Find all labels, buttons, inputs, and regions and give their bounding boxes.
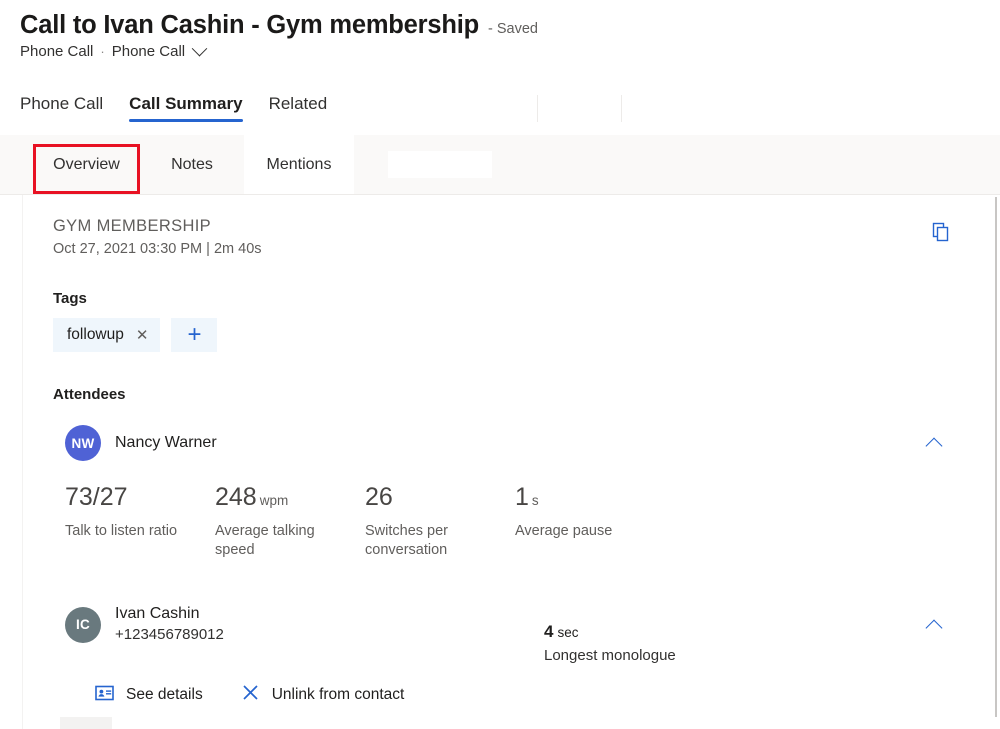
scrollbar-thumb[interactable] <box>995 197 997 717</box>
metric-average-pause: 1s Average pause <box>515 483 665 560</box>
unlink-from-contact-button[interactable]: Unlink from contact <box>241 683 405 707</box>
metric-label: Longest monologue <box>544 647 744 664</box>
tab-notes[interactable]: Notes <box>140 135 244 194</box>
chevron-up-icon[interactable] <box>926 616 944 634</box>
tab-mentions[interactable]: Mentions <box>244 135 354 194</box>
attendee-metrics: 73/27 Talk to listen ratio 248wpm Averag… <box>53 483 962 560</box>
attendee-row[interactable]: IC Ivan Cashin +123456789012 4sec Longes… <box>53 604 962 645</box>
tag-label: followup <box>67 326 124 344</box>
call-duration: 2m 40s <box>214 241 262 257</box>
metric-longest-monologue: 4 sec Longest monologue <box>544 622 744 664</box>
header-divider-1 <box>537 95 538 122</box>
title-row: Call to Ivan Cashin - Gym membership - S… <box>20 10 1000 40</box>
attendee-name: Ivan Cashin <box>115 604 224 624</box>
see-details-button[interactable]: See details <box>95 685 203 706</box>
call-datetime: Oct 27, 2021 03:30 PM <box>53 241 202 257</box>
tab-blank[interactable] <box>388 151 492 178</box>
header-divider-2 <box>621 95 622 122</box>
metric-talk-to-listen-ratio: 73/27 Talk to listen ratio <box>65 483 215 560</box>
metric-value: 26 <box>365 483 393 511</box>
metric-value: 1 <box>515 483 529 511</box>
breadcrumb: Phone Call · Phone Call <box>20 43 1000 60</box>
call-meta-separator: | <box>206 241 210 257</box>
breadcrumb-separator: · <box>100 44 104 59</box>
attendee-phone: +123456789012 <box>115 624 224 645</box>
metric-label: Switches per conversation <box>365 522 497 560</box>
vertical-scrollbar[interactable] <box>993 195 1000 729</box>
close-x-icon <box>241 683 260 707</box>
unlink-label: Unlink from contact <box>272 686 405 704</box>
breadcrumb-entity-type: Phone Call <box>20 43 93 60</box>
metric-value: 4 <box>544 622 553 641</box>
call-summary-page: Call to Ivan Cashin - Gym membership - S… <box>0 0 1000 729</box>
chevron-up-icon[interactable] <box>926 434 944 452</box>
main-tab-strip: Phone Call Call Summary Related <box>0 84 1000 122</box>
tag-chip[interactable]: followup ✕ <box>53 318 160 352</box>
tags-row: followup ✕ + <box>53 318 962 352</box>
avatar: NW <box>65 425 101 461</box>
record-header: Call to Ivan Cashin - Gym membership - S… <box>0 0 1000 60</box>
save-status: - Saved <box>488 21 538 37</box>
copy-icon[interactable] <box>926 217 956 247</box>
tab-phone-call[interactable]: Phone Call <box>20 94 103 122</box>
attendee-row[interactable]: NW Nancy Warner <box>53 425 962 461</box>
sub-tab-bar: Overview Notes Mentions <box>0 135 1000 195</box>
attendee-info: Ivan Cashin +123456789012 <box>115 604 224 645</box>
close-icon[interactable]: ✕ <box>136 328 149 343</box>
breadcrumb-form-name[interactable]: Phone Call <box>112 43 185 60</box>
chevron-down-icon[interactable] <box>192 41 208 57</box>
contact-actions: See details Unlink from contact <box>53 683 962 707</box>
metric-unit: sec <box>557 625 578 640</box>
overview-panel: GYM MEMBERSHIP Oct 27, 2021 03:30 PM | 2… <box>22 195 992 729</box>
metric-label: Average talking speed <box>215 522 347 560</box>
call-meta: Oct 27, 2021 03:30 PM | 2m 40s <box>53 241 962 257</box>
contact-card-icon <box>95 685 114 706</box>
metric-value: 73/27 <box>65 483 128 511</box>
attendees-heading: Attendees <box>53 386 962 403</box>
avatar: IC <box>65 607 101 643</box>
metric-label: Average pause <box>515 522 647 541</box>
metric-unit: wpm <box>260 493 289 508</box>
metric-value: 248 <box>215 483 257 511</box>
metric-average-talking-speed: 248wpm Average talking speed <box>215 483 365 560</box>
plus-icon: + <box>187 323 201 347</box>
see-details-label: See details <box>126 686 203 704</box>
bottom-edge-stub <box>60 717 112 729</box>
tags-heading: Tags <box>53 290 962 307</box>
metric-switches-per-conversation: 26 Switches per conversation <box>365 483 515 560</box>
tab-overview[interactable]: Overview <box>33 135 140 194</box>
call-name: GYM MEMBERSHIP <box>53 217 962 236</box>
tab-call-summary[interactable]: Call Summary <box>129 94 242 122</box>
attendee-name: Nancy Warner <box>115 434 217 452</box>
add-tag-button[interactable]: + <box>171 318 217 352</box>
metric-unit: s <box>532 493 539 508</box>
tab-related[interactable]: Related <box>269 94 328 122</box>
page-title: Call to Ivan Cashin - Gym membership <box>20 10 479 40</box>
metric-label: Talk to listen ratio <box>65 522 197 541</box>
